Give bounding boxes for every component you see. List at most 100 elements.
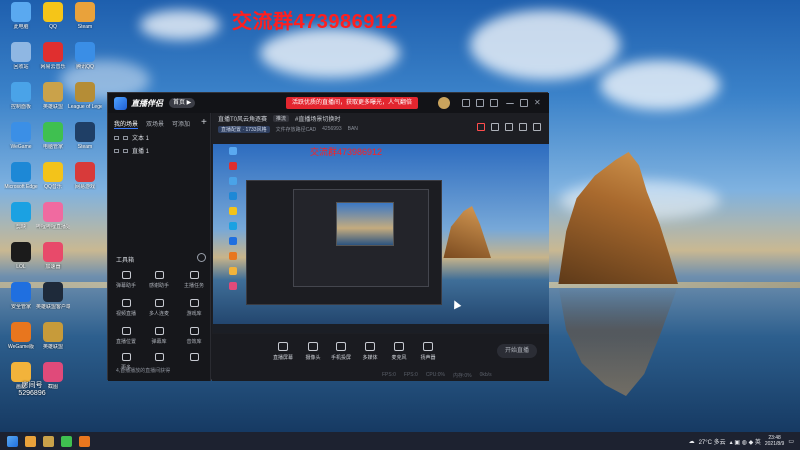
desktop-icon[interactable]: LOL	[4, 242, 38, 270]
source-control[interactable]: 麦克风	[384, 342, 414, 361]
tool-item[interactable]: 主播任务	[179, 271, 209, 289]
lock-icon[interactable]	[491, 123, 499, 131]
desktop-icon[interactable]: 控制面板	[4, 82, 38, 110]
weather-icon[interactable]: ☁	[689, 438, 695, 445]
preview-desktop-icon	[229, 237, 237, 245]
main-tab[interactable]: 直播T0风云角逐赛	[218, 114, 267, 123]
eye-icon[interactable]	[114, 135, 119, 140]
stream-info[interactable]: 直播配置 · 1733风格	[218, 125, 270, 133]
side-tab[interactable]: 双场景	[146, 119, 164, 129]
source-icon	[336, 342, 346, 351]
app-icon	[75, 162, 95, 182]
source-label: 摄像头	[305, 355, 321, 361]
avatar[interactable]	[438, 97, 450, 109]
close-icon[interactable]: ✕	[534, 99, 542, 107]
scene-sidebar: 我的场景 双场景 可添加 + 文本 1 直播 1 工具箱 弹幕助手 感谢助手 主播任务视…	[108, 113, 211, 381]
promo-banner[interactable]: 活跃优质的直播间，获取更多曝光，人气翻倍	[286, 97, 418, 109]
desktop-icon-label: WeGame版	[7, 344, 35, 350]
desktop-icon[interactable]: 剪映	[4, 202, 38, 230]
clock-date: 2021/8/9	[764, 441, 785, 447]
desktop-icon[interactable]: WeGame版	[4, 322, 38, 350]
message-icon[interactable]	[462, 99, 470, 107]
tray-icons[interactable]: ▴ ▣ ◍ ◆ 英	[730, 437, 761, 446]
tool-item[interactable]: 音效库	[179, 327, 209, 345]
tool-item[interactable]: 多人连麦	[144, 299, 174, 317]
source-label: 直播屏幕	[272, 355, 293, 361]
home-badge[interactable]: 首页 ▶	[169, 98, 196, 108]
desktop-icon[interactable]: QQ音乐	[36, 162, 70, 190]
tool-item[interactable]: 视频直播	[111, 299, 141, 317]
tool-icon	[154, 353, 164, 361]
preview-taskbar	[213, 324, 549, 333]
desktop-icon[interactable]: 电脑管家	[36, 122, 70, 150]
desktop-icon[interactable]: WeGame	[4, 122, 38, 150]
tool-item[interactable]: 游戏库	[179, 299, 209, 317]
start-live-button[interactable]: 开始直播	[497, 344, 537, 358]
desktop-icon[interactable]: 哔哩哔哩直播姬	[36, 202, 70, 230]
clock[interactable]: 23:48 2021/8/9	[765, 435, 784, 447]
desktop-icon[interactable]: Steam	[68, 2, 102, 30]
desktop-icon[interactable]: 安全管家	[4, 282, 38, 310]
source-control[interactable]: 扬声器	[413, 342, 443, 361]
source-control[interactable]: 多媒体	[355, 342, 385, 361]
taskbar-app-icon[interactable]	[79, 435, 90, 447]
desktop-icon-label: 回收站	[13, 64, 29, 70]
desktop-icon[interactable]: Steam	[68, 122, 102, 150]
app-icon	[43, 242, 63, 262]
tool-item[interactable]: 弹幕助手	[111, 271, 141, 289]
scene-item-text[interactable]: 文本 1	[114, 133, 149, 142]
toolbox-history-icon[interactable]	[197, 253, 206, 262]
desktop-icon[interactable]: 腾讯QQ	[68, 42, 102, 70]
side-tab[interactable]: 可添加	[172, 119, 190, 129]
scene-item-live[interactable]: 直播 1	[114, 146, 149, 155]
title-bar[interactable]: 直播伴侣 首页 ▶ 活跃优质的直播间，获取更多曝光，人气翻倍 ✕	[108, 93, 549, 113]
source-label: 扬声器	[420, 355, 436, 361]
main-tab[interactable]: #直播场景切换时	[295, 114, 340, 123]
desktop-icon[interactable]: Microsoft Edge	[4, 162, 38, 190]
stream-preview[interactable]: 交流群473986912	[213, 144, 549, 333]
bell-icon[interactable]	[519, 123, 527, 131]
settings-icon[interactable]	[476, 99, 484, 107]
taskbar-app-icon[interactable]	[25, 435, 36, 447]
desktop-icon[interactable]: 英雄联盟客户端	[36, 282, 70, 310]
eye-icon[interactable]	[114, 148, 119, 153]
group-watermark: 交流群473986912	[232, 11, 399, 33]
taskbar-app-icon[interactable]	[61, 435, 72, 447]
source-controls: 直播屏幕 摄像头 手机投屏 多媒体 麦克风 扬声器 开始直播 FPS:0 FPS:0 CPU:…	[212, 334, 549, 381]
desktop-icon[interactable]: League of Legends	[68, 82, 102, 110]
desktop-icon[interactable]: 回收站	[4, 42, 38, 70]
app-icon	[11, 82, 31, 102]
side-tab[interactable]: 我的场景	[114, 119, 139, 129]
desktop-icon[interactable]: 网易云音乐	[36, 42, 70, 70]
add-scene-button[interactable]: +	[201, 117, 207, 128]
share-icon[interactable]	[533, 123, 541, 131]
source-icon	[394, 342, 404, 351]
tool-item[interactable]	[144, 353, 174, 364]
lock-icon[interactable]	[123, 148, 128, 153]
weather-text[interactable]: 27°C 多云	[699, 437, 726, 446]
tool-item[interactable]	[179, 353, 209, 364]
lock-icon[interactable]	[123, 135, 128, 140]
main-tab[interactable]: 推流	[273, 115, 290, 122]
source-control[interactable]: 直播屏幕	[268, 342, 298, 361]
menu-icon[interactable]	[490, 99, 498, 107]
tool-item[interactable]: 直播位置	[111, 327, 141, 345]
taskbar-app-icon[interactable]	[43, 435, 54, 447]
start-menu-icon[interactable]	[7, 435, 18, 447]
record-icon[interactable]	[477, 123, 485, 131]
tool-item[interactable]: 感谢助手	[144, 271, 174, 289]
desktop-icon[interactable]: 此电脑	[4, 2, 38, 30]
desktop-icon[interactable]: 加速器	[36, 242, 70, 270]
maximize-icon[interactable]	[520, 99, 528, 107]
tool-item[interactable]: 弹幕库	[144, 327, 174, 345]
tool-icon	[189, 327, 199, 335]
minimize-icon[interactable]	[506, 99, 514, 104]
desktop-icon[interactable]: 网易游戏	[68, 162, 102, 190]
desktop-icon[interactable]: 英雄联盟	[36, 82, 70, 110]
desktop-icon[interactable]: QQ	[36, 2, 70, 30]
source-control[interactable]: 手机投屏	[326, 342, 356, 361]
desktop-icon[interactable]: 英雄联盟	[36, 322, 70, 350]
folder-icon[interactable]	[505, 123, 513, 131]
source-control[interactable]: 摄像头	[298, 342, 328, 361]
notification-icon[interactable]: ▭	[788, 438, 794, 445]
